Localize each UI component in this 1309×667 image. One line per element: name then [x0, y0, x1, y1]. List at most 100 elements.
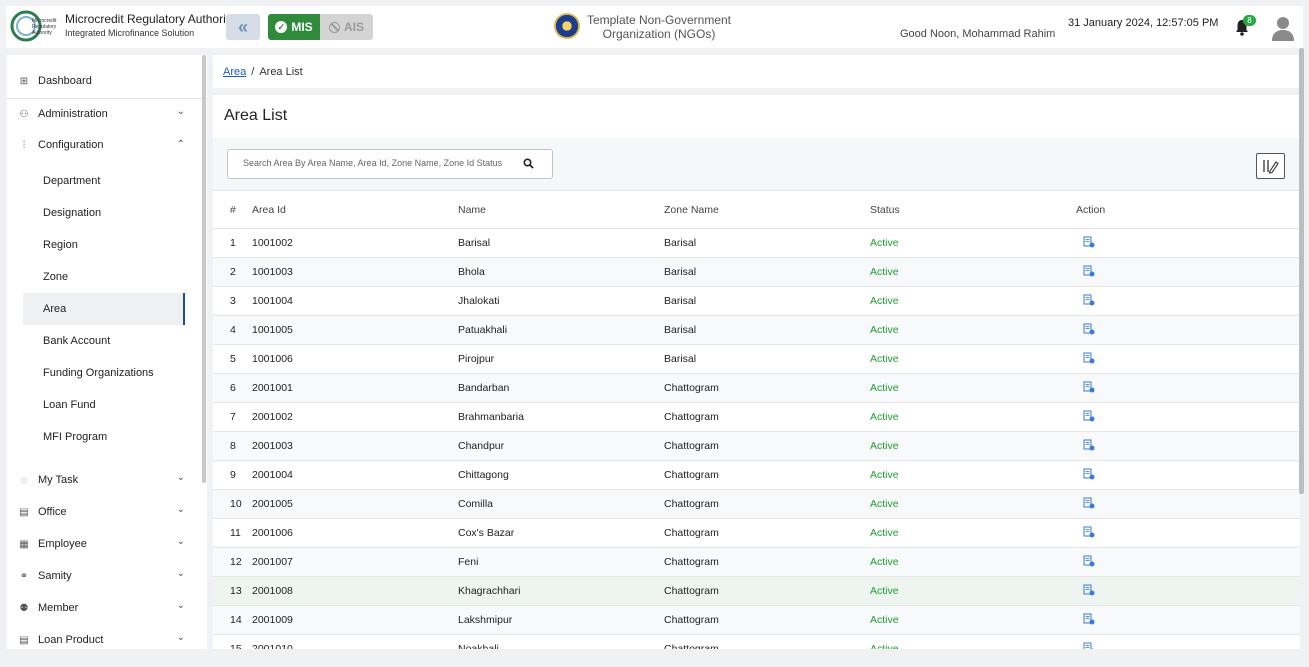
- sidebar-item-loan-fund[interactable]: Loan Fund: [23, 389, 185, 421]
- sidebar: ⊞ Dashboard ⚇ Administration ⌄ ⫶ Configu…: [7, 55, 207, 649]
- cell-area-id: 1001002: [252, 228, 458, 258]
- cell-action: [1076, 257, 1300, 287]
- sidebar-item-designation[interactable]: Designation: [23, 197, 185, 229]
- edit-document-icon[interactable]: [1083, 439, 1095, 451]
- column-settings-button[interactable]: [1256, 153, 1285, 179]
- edit-document-icon[interactable]: [1083, 642, 1095, 650]
- cell-status: Active: [870, 489, 1076, 519]
- sidebar-item-administration[interactable]: ⚇ Administration ⌄: [7, 102, 197, 126]
- chevron-down-icon: ⌄: [176, 536, 185, 547]
- sidebar-item-region[interactable]: Region: [23, 229, 185, 261]
- cell-zone-name: Barisal: [664, 315, 870, 345]
- table-row[interactable]: 7 2001002 Brahmanbaria Chattogram Active: [213, 402, 1300, 432]
- double-chevron-left-icon: «: [237, 16, 248, 37]
- edit-document-icon[interactable]: [1083, 613, 1095, 625]
- edit-document-icon[interactable]: [1083, 294, 1095, 306]
- cell-status: Active: [870, 605, 1076, 635]
- column-header-index[interactable]: #: [213, 190, 252, 229]
- task-icon: ◌: [21, 474, 27, 486]
- cell-area-id: 2001003: [252, 431, 458, 461]
- search-input[interactable]: [243, 158, 518, 168]
- cell-zone-name: Barisal: [664, 228, 870, 258]
- edit-document-icon[interactable]: [1083, 381, 1095, 393]
- cell-action: [1076, 373, 1300, 403]
- table-row[interactable]: 8 2001003 Chandpur Chattogram Active: [213, 431, 1300, 461]
- cell-status: Active: [870, 402, 1076, 432]
- sidebar-item-member[interactable]: ⚉ Member ⌄: [7, 596, 197, 620]
- table-row[interactable]: 1 1001002 Barisal Barisal Active: [213, 228, 1300, 258]
- sidebar-item-zone[interactable]: Zone: [23, 261, 185, 293]
- edit-document-icon[interactable]: [1083, 236, 1095, 248]
- breadcrumb-separator: /: [251, 65, 255, 78]
- search-icon[interactable]: [523, 158, 534, 169]
- edit-document-icon[interactable]: [1083, 468, 1095, 480]
- sidebar-collapse-button[interactable]: «: [226, 14, 260, 40]
- table-row[interactable]: 2 1001003 Bhola Barisal Active: [213, 257, 1300, 287]
- column-edit-icon: [1262, 160, 1279, 174]
- edit-document-icon[interactable]: [1083, 555, 1095, 567]
- sidebar-item-my-task[interactable]: ◌ My Task ⌄: [7, 468, 197, 492]
- table-row[interactable]: 12 2001007 Feni Chattogram Active: [213, 547, 1300, 577]
- table-row[interactable]: 5 1001006 Pirojpur Barisal Active: [213, 344, 1300, 374]
- column-header-status[interactable]: Status: [870, 190, 1076, 229]
- sliders-icon: ⫶: [22, 139, 26, 151]
- cell-name: Jhalokati: [458, 286, 664, 316]
- breadcrumb-link-area[interactable]: Area: [223, 66, 246, 78]
- cell-index: 13: [213, 576, 252, 606]
- cell-zone-name: Chattogram: [664, 605, 870, 635]
- table-row[interactable]: 9 2001004 Chittagong Chattogram Active: [213, 460, 1300, 490]
- column-header-zone-name[interactable]: Zone Name: [664, 190, 870, 229]
- sidebar-item-label: Configuration: [38, 139, 104, 151]
- cell-zone-name: Chattogram: [664, 460, 870, 490]
- cell-zone-name: Chattogram: [664, 431, 870, 461]
- sidebar-item-bank-account[interactable]: Bank Account: [23, 325, 185, 357]
- sidebar-item-area[interactable]: Area: [23, 293, 185, 325]
- cell-name: Bandarban: [458, 373, 664, 403]
- edit-document-icon[interactable]: [1083, 584, 1095, 596]
- table-header-row: # Area Id Name Zone Name Status Action: [213, 190, 1300, 229]
- edit-document-icon[interactable]: [1083, 323, 1095, 335]
- cell-name: Cox's Bazar: [458, 518, 664, 548]
- ais-toggle-button[interactable]: AIS: [320, 14, 373, 40]
- chevron-up-icon: ⌃: [176, 139, 185, 150]
- table-row[interactable]: 3 1001004 Jhalokati Barisal Active: [213, 286, 1300, 316]
- table-row[interactable]: 14 2001009 Lakshmipur Chattogram Active: [213, 605, 1300, 635]
- edit-document-icon[interactable]: [1083, 410, 1095, 422]
- user-avatar-icon[interactable]: [1271, 15, 1295, 41]
- sidebar-item-department[interactable]: Department: [23, 165, 185, 197]
- sidebar-scrollbar[interactable]: [202, 55, 206, 483]
- svg-text:Authority: Authority: [32, 30, 52, 36]
- sidebar-item-employee[interactable]: ▦ Employee ⌄: [7, 532, 197, 556]
- sidebar-item-configuration[interactable]: ⫶ Configuration ⌃: [7, 133, 197, 157]
- sidebar-item-mfi-program[interactable]: MFI Program: [23, 421, 185, 453]
- cell-action: [1076, 402, 1300, 432]
- ban-icon: [328, 21, 340, 33]
- table-row[interactable]: 15 2001010 Noakhali Chattogram Active: [213, 634, 1300, 650]
- sidebar-item-office[interactable]: ▤ Office ⌄: [7, 500, 197, 524]
- cell-index: 1: [213, 228, 252, 258]
- table-row[interactable]: 10 2001005 Comilla Chattogram Active: [213, 489, 1300, 519]
- chevron-down-icon: ⌄: [176, 600, 185, 611]
- cell-index: 6: [213, 373, 252, 403]
- breadcrumb-current: Area List: [259, 65, 303, 78]
- sidebar-item-samity[interactable]: ⚭ Samity ⌄: [7, 564, 197, 588]
- table-row[interactable]: 13 2001008 Khagrachhari Chattogram Active: [213, 576, 1300, 606]
- table-body: 1 1001002 Barisal Barisal Active 2 1001003 Bhol…: [213, 228, 1300, 650]
- table-row[interactable]: 6 2001001 Bandarban Chattogram Active: [213, 373, 1300, 403]
- edit-document-icon[interactable]: [1083, 352, 1095, 364]
- search-box[interactable]: [227, 149, 553, 179]
- column-header-name[interactable]: Name: [458, 190, 664, 229]
- column-header-area-id[interactable]: Area Id: [252, 190, 458, 229]
- breadcrumb: Area / Area List: [213, 55, 1300, 88]
- sidebar-item-loan-product[interactable]: ▤ Loan Product ⌄: [7, 628, 197, 652]
- sidebar-item-funding-organizations[interactable]: Funding Organizations: [23, 357, 185, 389]
- cell-zone-name: Chattogram: [664, 576, 870, 606]
- mis-toggle-button[interactable]: ✓ MIS: [268, 14, 320, 40]
- edit-document-icon[interactable]: [1083, 497, 1095, 509]
- main-scrollbar[interactable]: [1299, 48, 1304, 494]
- table-row[interactable]: 11 2001006 Cox's Bazar Chattogram Active: [213, 518, 1300, 548]
- edit-document-icon[interactable]: [1083, 265, 1095, 277]
- sidebar-item-dashboard[interactable]: ⊞ Dashboard: [7, 69, 207, 93]
- edit-document-icon[interactable]: [1083, 526, 1095, 538]
- table-row[interactable]: 4 1001005 Patuakhali Barisal Active: [213, 315, 1300, 345]
